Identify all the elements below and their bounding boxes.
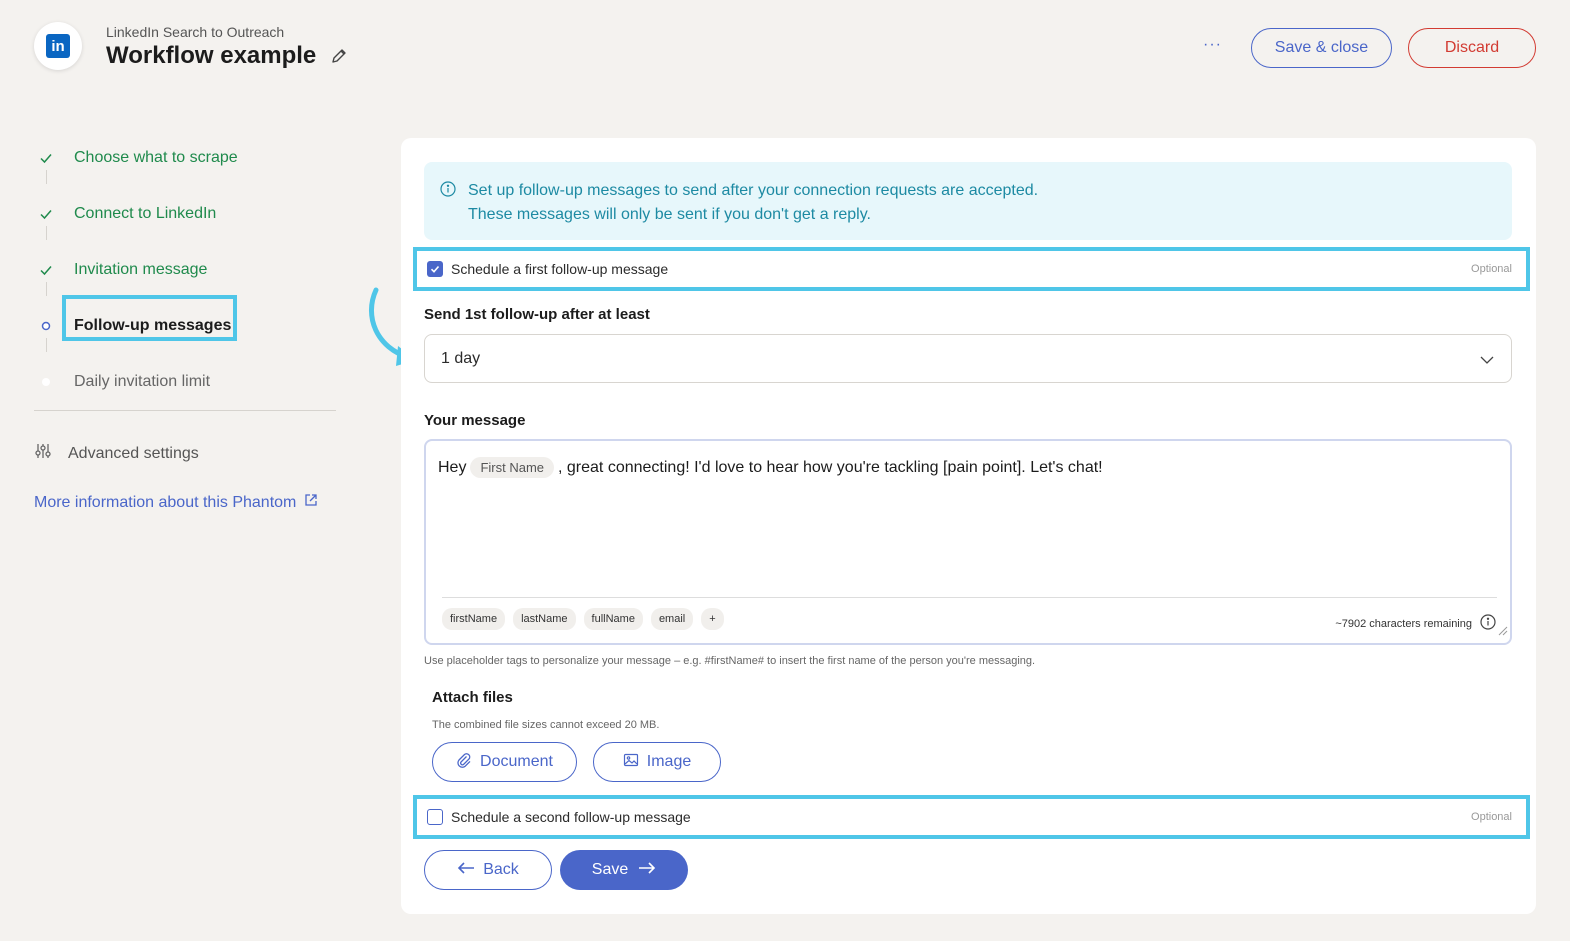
placeholder-help-text: Use placeholder tags to personalize your… <box>424 655 1036 667</box>
second-followup-checkbox[interactable] <box>427 809 443 825</box>
characters-remaining: ~7902 characters remaining <box>1335 614 1496 633</box>
step-connector <box>46 226 47 240</box>
document-label: Document <box>480 753 553 770</box>
second-followup-row[interactable]: Schedule a second follow-up message Opti… <box>413 795 1530 839</box>
step-label: Choose what to scrape <box>74 149 238 166</box>
step-label: Daily invitation limit <box>74 373 211 390</box>
current-step-highlight <box>62 295 237 341</box>
sidebar-divider <box>34 410 336 411</box>
more-info-link[interactable]: More information about this Phantom <box>34 493 318 512</box>
info-icon[interactable] <box>1480 614 1496 633</box>
chevron-down-icon <box>1479 352 1495 373</box>
image-label: Image <box>646 753 692 770</box>
linkedin-icon: in <box>46 34 70 58</box>
attach-files-help: The combined file sizes cannot exceed 20… <box>432 719 660 731</box>
step-connector <box>46 338 47 352</box>
image-icon <box>623 752 639 773</box>
arrow-right-icon <box>638 861 656 880</box>
message-prefix: Hey <box>438 458 467 476</box>
arrow-left-icon <box>457 861 475 880</box>
current-step-icon <box>34 314 58 338</box>
advanced-settings-link[interactable]: Advanced settings <box>34 442 199 465</box>
back-label: Back <box>483 861 519 878</box>
first-followup-checkbox[interactable] <box>427 261 443 277</box>
more-options-button[interactable]: ··· <box>1203 36 1222 54</box>
step-connector <box>46 282 47 296</box>
save-close-button[interactable]: Save & close <box>1251 28 1392 68</box>
chip-firstname[interactable]: firstName <box>442 608 506 630</box>
save-label: Save <box>591 861 629 878</box>
step-label: Connect to LinkedIn <box>74 205 217 222</box>
delay-select[interactable]: 1 day <box>424 334 1512 383</box>
advanced-settings-label: Advanced settings <box>68 444 199 462</box>
message-content: Hey First Name , great connecting! I'd l… <box>438 457 1103 478</box>
page-title: Workflow example <box>106 42 317 69</box>
discard-button[interactable]: Discard <box>1408 28 1536 68</box>
textarea-divider <box>442 597 1497 598</box>
attach-document-button[interactable]: Document <box>432 742 577 782</box>
placeholder-chips: firstName lastName fullName email + <box>442 608 724 630</box>
resize-handle-icon[interactable] <box>1498 623 1508 641</box>
check-icon <box>34 202 58 226</box>
paperclip-icon <box>456 752 472 773</box>
workflow-subtitle: LinkedIn Search to Outreach <box>106 24 285 40</box>
optional-label: Optional <box>1471 263 1512 275</box>
first-followup-label: Schedule a first follow-up message <box>451 261 669 277</box>
pencil-icon[interactable] <box>330 47 348 65</box>
step-label: Invitation message <box>74 261 208 278</box>
info-text-line1: Set up follow-up messages to send after … <box>468 182 1039 199</box>
info-banner: Set up follow-up messages to send after … <box>424 162 1512 240</box>
delay-value: 1 day <box>441 349 481 367</box>
second-followup-label: Schedule a second follow-up message <box>451 809 691 825</box>
message-textarea[interactable]: Hey First Name , great connecting! I'd l… <box>424 439 1512 645</box>
chip-fullname[interactable]: fullName <box>583 608 643 630</box>
external-link-icon <box>304 493 318 512</box>
upcoming-step-icon <box>34 370 58 394</box>
more-info-label: More information about this Phantom <box>34 493 297 511</box>
step-connector <box>46 170 47 184</box>
step-choose-what-to-scrape[interactable]: Choose what to scrape <box>34 130 336 186</box>
attach-files-title: Attach files <box>432 689 513 706</box>
back-button[interactable]: Back <box>424 850 552 890</box>
step-list: Choose what to scrape Connect to LinkedI… <box>34 130 336 410</box>
attach-image-button[interactable]: Image <box>593 742 721 782</box>
message-label: Your message <box>424 412 526 429</box>
optional-label: Optional <box>1471 811 1512 823</box>
delay-label: Send 1st follow-up after at least <box>424 306 650 323</box>
message-suffix: , great connecting! I'd love to hear how… <box>558 458 1103 476</box>
step-invitation-message[interactable]: Invitation message <box>34 226 336 298</box>
characters-remaining-text: ~7902 characters remaining <box>1335 617 1472 630</box>
check-icon <box>34 258 58 282</box>
chip-lastname[interactable]: lastName <box>513 608 576 630</box>
first-followup-row[interactable]: Schedule a first follow-up message Optio… <box>413 247 1530 291</box>
step-connect-to-linkedin[interactable]: Connect to LinkedIn <box>34 170 336 242</box>
info-icon <box>440 181 456 205</box>
step-daily-invitation-limit[interactable]: Daily invitation limit <box>34 338 336 410</box>
chip-email[interactable]: email <box>650 608 694 630</box>
first-name-tag[interactable]: First Name <box>470 457 555 478</box>
save-button[interactable]: Save <box>560 850 688 890</box>
info-text-line2: These messages will only be sent if you … <box>468 206 871 223</box>
linkedin-logo: in <box>34 22 82 70</box>
chip-add[interactable]: + <box>701 608 724 630</box>
sliders-icon <box>34 442 52 465</box>
check-icon <box>34 146 58 170</box>
